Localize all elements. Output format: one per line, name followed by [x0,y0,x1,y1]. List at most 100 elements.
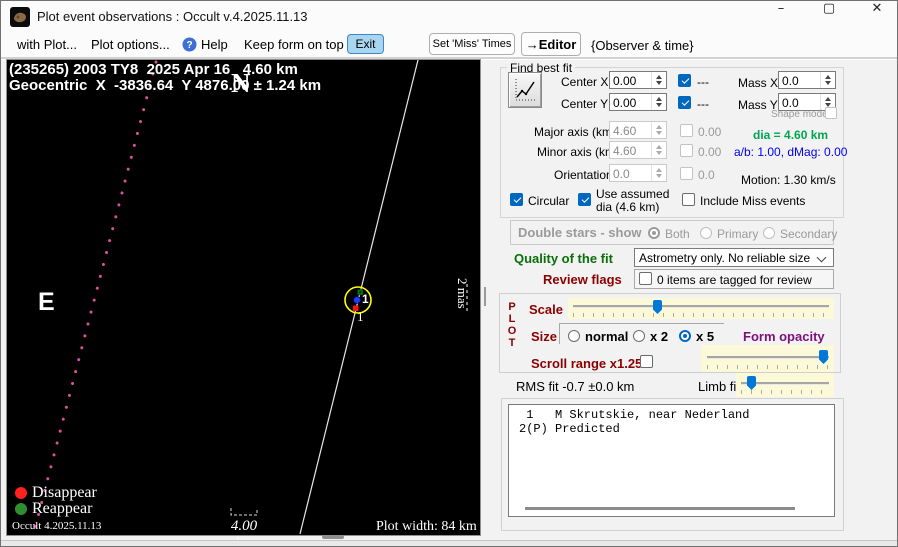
plot-header-line2: Geocentric X -3836.64 Y 4876.00 ± 1.24 k… [9,77,322,94]
help-icon[interactable]: ? [182,37,197,52]
limb-fit-slider-thumb[interactable] [747,376,756,390]
review-flags-checkbox[interactable] [639,272,652,285]
limb-fit-label: Limb fit [698,379,740,394]
major-axis-spinner[interactable]: 4.60 [609,121,667,139]
center-y-value: 0.00 [613,96,637,110]
spin-up-icon[interactable] [825,75,831,79]
menu-help[interactable]: Help [201,37,228,52]
listbox-scrollbar[interactable] [525,507,795,510]
center-x-checkbox[interactable] [678,74,691,87]
spin-down-icon[interactable] [656,81,662,85]
size-normal-radio[interactable] [568,330,580,342]
chord-number-label: 1 [362,292,369,306]
orientation-checkbox[interactable] [680,167,693,180]
mas-scale-label: 2 mas [455,278,470,309]
observer-time-label: {Observer & time} [591,38,694,53]
circular-checkbox[interactable] [510,193,523,206]
mass-y-value: 0.0 [782,96,799,110]
menu-with-plot[interactable]: with Plot... [17,37,77,52]
center-y-checkbox[interactable] [678,96,691,109]
ab-dmag-label: a/b: 1.00, dMag: 0.00 [734,145,848,159]
orientation-value: 0.0 [613,167,630,181]
center-x-label: Center X [561,75,609,89]
double-secondary-label: Secondary [780,227,838,241]
double-both-radio[interactable] [648,227,660,239]
major-axis-label: Major axis (km) [534,125,617,139]
minor-axis-checkbox[interactable] [680,144,693,157]
review-flags-text: 0 items are tagged for review [657,273,812,287]
include-miss-checkbox[interactable] [682,193,695,206]
maximize-button[interactable]: ▢ [807,1,851,32]
east-label: E [38,288,55,316]
observations-listbox[interactable]: 1 M Skrutskie, near Nederland 2(P) Predi… [508,404,835,517]
double-secondary-radio[interactable] [763,227,775,239]
km-scale-bracket [230,508,258,516]
mass-x-spinner[interactable]: 0.0 [778,71,836,89]
dia-label: dia = 4.60 km [753,128,829,142]
title-bar: Plot event observations : Occult v.4.202… [1,1,897,32]
plot-horizontal-scroll-thumb[interactable] [322,535,344,539]
observation-row[interactable]: 1 M Skrutskie, near Nederland [519,408,749,422]
spin-up-icon [656,125,662,129]
spin-up-icon[interactable] [825,97,831,101]
plot-vertical-label: P L O T [507,301,517,349]
rms-fit-label: RMS fit -0.7 ±0.0 km [516,379,635,394]
major-axis-aux: 0.00 [698,125,722,139]
reappear-marker-dot [359,291,362,294]
plot-horizontal-scroll-track[interactable] [1,540,897,546]
motion-label: Motion: 1.30 km/s [741,173,836,187]
size-x5-radio[interactable] [679,330,691,342]
station-number-label: 1 [357,309,364,324]
form-opacity-slider[interactable] [701,345,834,372]
shape-model-checkbox[interactable] [825,107,837,119]
menu-plot-options[interactable]: Plot options... [91,37,170,52]
quality-dropdown-value: Astrometry only. No reliable size [639,251,811,265]
use-assumed-dia-label-line1: Use assumed [596,187,670,201]
chevron-down-icon [816,252,827,263]
menu-bar: with Plot... Plot options... ? Help Keep… [1,32,897,57]
minor-axis-spinner[interactable]: 4.60 [609,141,667,159]
set-miss-times-button[interactable]: Set 'Miss' Times [429,33,515,55]
editor-button[interactable]: →Editor [521,32,581,56]
double-primary-radio[interactable] [700,227,712,239]
minimize-button[interactable]: – [759,1,803,32]
spin-down-icon[interactable] [825,81,831,85]
quality-dropdown[interactable]: Astrometry only. No reliable size [634,248,834,267]
scale-slider-thumb[interactable] [653,300,662,314]
find-fit-button[interactable] [508,72,542,108]
major-axis-checkbox[interactable] [680,124,693,137]
plot-canvas[interactable]: (235265) 2003 TY8 2025 Apr 16 4.60 km Ge… [6,59,481,546]
scroll-range-checkbox[interactable] [640,355,653,368]
scale-slider[interactable] [568,298,834,319]
form-opacity-slider-thumb[interactable] [819,350,828,364]
minor-axis-value: 4.60 [613,144,637,158]
center-x-spinner[interactable]: 0.00 [609,71,667,89]
disappear-legend-dot [15,487,27,499]
window-title: Plot event observations : Occult v.4.202… [37,9,308,24]
plot-graphics [15,60,468,535]
spin-up-icon[interactable] [656,97,662,101]
close-button[interactable]: ✕ [855,1,897,32]
size-x2-radio[interactable] [633,330,645,342]
spin-down-icon[interactable] [656,103,662,107]
plot-width-label: Plot width: 84 km [376,519,477,534]
mass-x-value: 0.0 [782,74,799,88]
use-assumed-dia-checkbox[interactable] [578,193,591,206]
orientation-spinner[interactable]: 0.0 [609,164,667,182]
double-both-label: Both [665,227,690,241]
app-window: Plot event observations : Occult v.4.202… [0,0,898,547]
spin-up-icon[interactable] [656,75,662,79]
menu-keep-on-top[interactable]: Keep form on top [244,37,344,52]
limb-fit-slider[interactable] [736,373,834,397]
double-stars-title: Double stars - show [518,225,642,240]
include-miss-label: Include Miss events [700,194,806,208]
reappear-legend-dot [15,503,27,515]
double-primary-label: Primary [717,227,759,241]
exit-button[interactable]: Exit [347,34,384,54]
scale-label: Scale [529,302,563,317]
plot-vertical-scroll-thumb[interactable] [484,287,486,306]
spin-down-icon [656,174,662,178]
center-y-spinner[interactable]: 0.00 [609,93,667,111]
circular-label: Circular [528,194,570,208]
observation-row[interactable]: 2(P) Predicted [519,422,620,436]
